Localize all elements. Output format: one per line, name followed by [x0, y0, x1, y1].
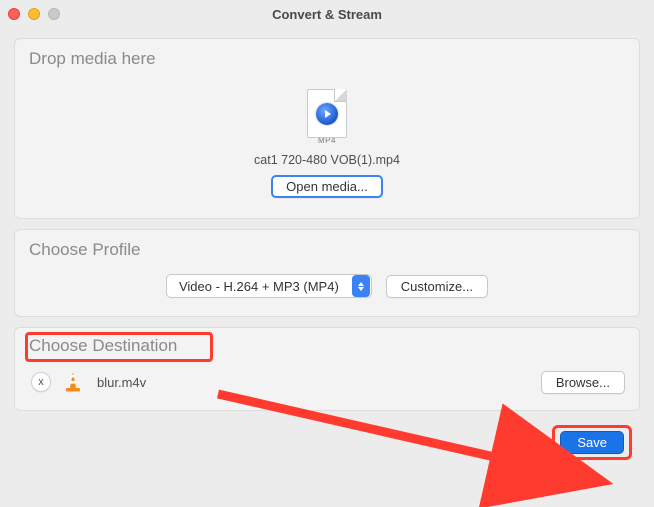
destination-file-name: blur.m4v [95, 375, 531, 390]
clear-destination-button[interactable]: x [31, 372, 51, 392]
window-title: Convert & Stream [0, 7, 654, 22]
media-file-icon: MP4 [303, 89, 351, 145]
choose-destination-title: Choose Destination [29, 336, 625, 356]
minimize-window-button[interactable] [28, 8, 40, 20]
drop-area[interactable]: MP4 cat1 720-480 VOB(1).mp4 Open media..… [29, 77, 625, 200]
customize-profile-button[interactable]: Customize... [386, 275, 488, 298]
titlebar: Convert & Stream [0, 0, 654, 28]
stepper-icon [352, 275, 370, 297]
content: Drop media here MP4 cat1 720-480 VOB(1).… [0, 28, 654, 468]
drop-media-title: Drop media here [29, 49, 625, 69]
choose-profile-title: Choose Profile [29, 240, 625, 260]
choose-destination-panel: Choose Destination x blur.m4v Browse... [14, 327, 640, 411]
drop-media-panel: Drop media here MP4 cat1 720-480 VOB(1).… [14, 38, 640, 219]
footer-bar: Save [14, 421, 640, 454]
profile-select[interactable]: Video - H.264 + MP3 (MP4) [166, 274, 372, 298]
quicktime-icon [316, 103, 338, 125]
vlc-cone-icon [61, 370, 85, 394]
close-window-button[interactable] [8, 8, 20, 20]
save-button[interactable]: Save [560, 431, 624, 454]
dropped-file-name: cat1 720-480 VOB(1).mp4 [254, 153, 400, 167]
browse-destination-button[interactable]: Browse... [541, 371, 625, 394]
open-media-button[interactable]: Open media... [271, 175, 383, 198]
profile-select-value: Video - H.264 + MP3 (MP4) [167, 279, 351, 294]
traffic-lights [8, 8, 60, 20]
maximize-window-button [48, 8, 60, 20]
choose-profile-panel: Choose Profile Video - H.264 + MP3 (MP4)… [14, 229, 640, 317]
